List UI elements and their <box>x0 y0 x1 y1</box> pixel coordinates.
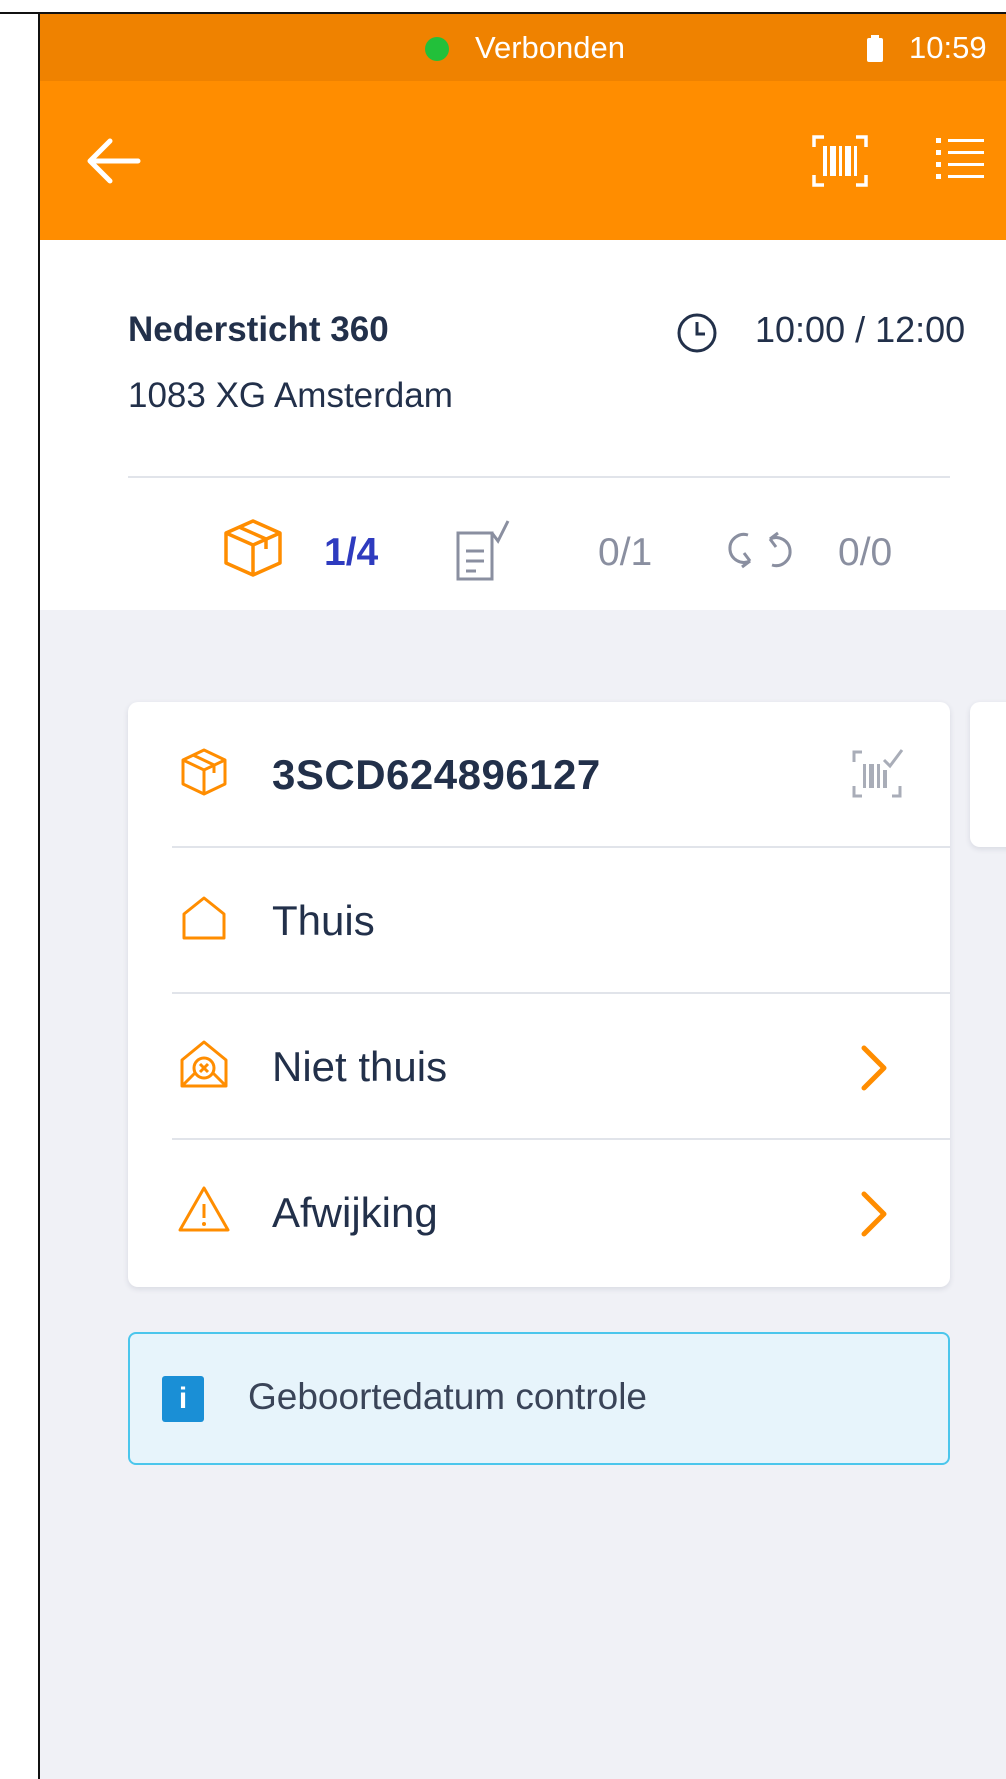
tasks-count: 0/1 <box>598 531 653 574</box>
stop-city: 1083 XG Amsterdam <box>128 376 453 415</box>
option-thuis[interactable]: Thuis <box>128 848 950 994</box>
return-arrows-icon <box>728 531 792 569</box>
app-toolbar <box>40 81 1006 240</box>
back-button[interactable] <box>82 129 146 193</box>
info-message: Geboortedatum controle <box>248 1376 648 1417</box>
option-label: Afwijking <box>272 1189 438 1236</box>
warning-icon <box>178 1186 230 1232</box>
app-screen: Verbonden 10:59 Nedersticht 360 1083 XG … <box>40 14 1006 1779</box>
chevron-right-icon <box>861 1045 887 1091</box>
next-shipment-card-peek[interactable] <box>970 702 1006 847</box>
delivery-time-window: 10:00 / 12:00 <box>755 309 966 350</box>
window-frame-top <box>0 0 1006 14</box>
status-time: 10:59 <box>909 30 987 65</box>
scan-check-icon[interactable] <box>850 748 904 800</box>
option-afwijking[interactable]: Afwijking <box>128 1140 950 1286</box>
home-icon <box>182 896 226 940</box>
option-niet-thuis[interactable]: Niet thuis <box>128 994 950 1140</box>
info-banner: i Geboortedatum controle <box>128 1332 950 1465</box>
shipment-card: 3SCD624896127 Thuis Niet thuis Afwijking <box>128 702 950 1287</box>
option-label: Thuis <box>272 897 375 944</box>
address-divider <box>128 476 950 478</box>
list-icon <box>936 138 984 179</box>
stop-address-card: Nedersticht 360 1083 XG Amsterdam 10:00 … <box>40 240 1006 610</box>
connection-status-label: Verbonden <box>475 30 625 65</box>
package-icon <box>224 519 282 577</box>
stop-street: Nedersticht 360 <box>128 310 389 349</box>
connection-status-dot <box>425 37 449 61</box>
arrow-left-icon <box>87 138 141 184</box>
window-frame-left <box>0 0 40 1779</box>
home-x-icon <box>180 1040 228 1088</box>
package-icon <box>181 748 227 796</box>
checklist-icon <box>456 520 510 581</box>
chevron-right-icon <box>861 1191 887 1237</box>
barcode-scan-icon <box>812 135 868 187</box>
parcels-count: 1/4 <box>324 531 379 574</box>
returns-count: 0/0 <box>838 531 893 574</box>
shipment-barcode: 3SCD624896127 <box>272 751 601 798</box>
battery-icon <box>867 35 883 62</box>
option-label: Niet thuis <box>272 1043 448 1090</box>
info-icon: i <box>162 1376 204 1422</box>
shipment-barcode-row: 3SCD624896127 <box>128 702 950 848</box>
clock-icon <box>677 313 717 353</box>
status-bar: Verbonden 10:59 <box>40 14 1006 81</box>
list-button[interactable] <box>932 131 988 187</box>
scan-barcode-button[interactable] <box>810 133 870 189</box>
